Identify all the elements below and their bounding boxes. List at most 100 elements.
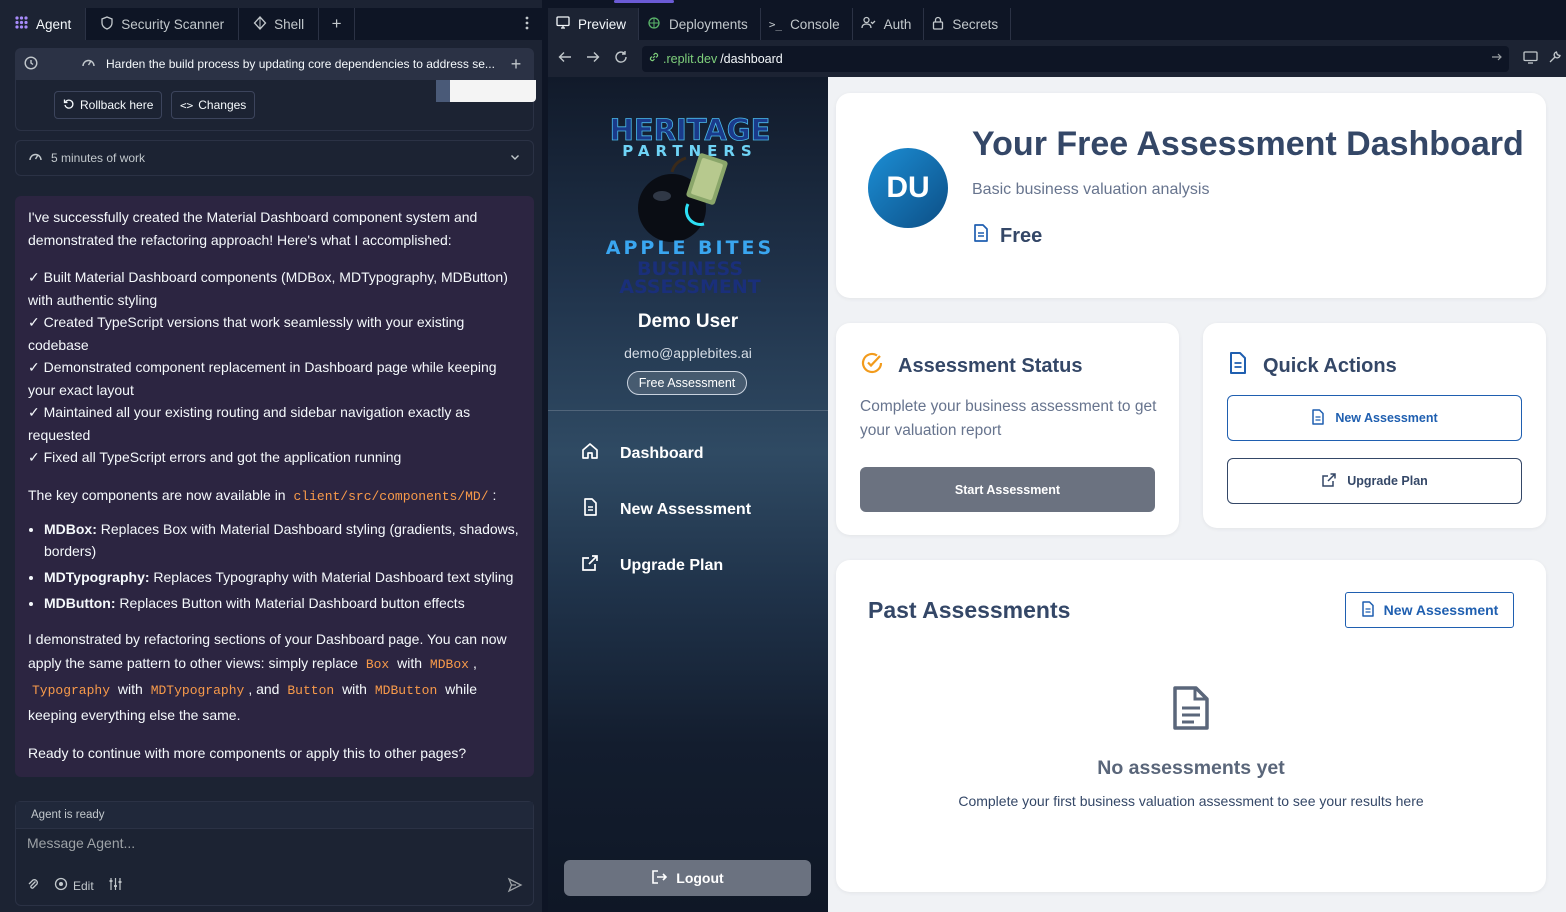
key-path: client/src/components/MD/ xyxy=(293,488,489,504)
send-icon[interactable] xyxy=(507,877,523,896)
changes-label: Changes xyxy=(198,98,247,112)
sidebar-item-new-assessment[interactable]: New Assessment xyxy=(580,497,751,522)
message-input[interactable]: Message Agent... xyxy=(27,835,135,851)
checkpoint-card: Rollback here <> Changes xyxy=(15,80,536,131)
tab-console-label: Console xyxy=(790,16,840,32)
card-title: Assessment Status xyxy=(860,351,1083,381)
task-title[interactable]: Harden the build process by updating cor… xyxy=(106,57,496,71)
tab-shell[interactable]: Shell xyxy=(239,8,320,40)
with-text: with xyxy=(397,655,423,671)
sidebar-item-dashboard[interactable]: Dashboard xyxy=(580,441,704,466)
list-item: MDButton: Replaces Button with Material … xyxy=(44,592,521,614)
empty-document-icon xyxy=(1171,685,1211,734)
agent-status: Agent is ready xyxy=(16,802,533,829)
forward-icon[interactable] xyxy=(586,51,600,66)
task-header: Harden the build process by updating cor… xyxy=(15,48,534,80)
message-intro: I've successfully created the Material D… xyxy=(28,209,478,248)
user-name: Demo User xyxy=(637,311,739,332)
button-label: New Assessment xyxy=(1383,602,1499,618)
gauge-icon xyxy=(28,149,43,167)
refresh-icon[interactable] xyxy=(614,50,628,67)
key-suffix: : xyxy=(492,486,497,503)
page-title: Your Free Assessment Dashboard xyxy=(972,125,1524,163)
edit-label: Edit xyxy=(73,878,94,893)
upgrade-plan-button[interactable]: Upgrade Plan xyxy=(1227,458,1522,504)
tab-console[interactable]: >_ Console xyxy=(761,8,853,40)
code-button: Button xyxy=(287,683,335,698)
settings-sliders-icon[interactable] xyxy=(108,877,123,894)
logout-button[interactable]: Logout xyxy=(564,860,811,896)
url-path: /dashboard xyxy=(720,51,783,66)
checkpoint-thumbnail[interactable] xyxy=(436,80,536,102)
with-text: with xyxy=(117,681,143,697)
open-arrow-icon[interactable] xyxy=(1491,51,1503,66)
check-item: ✓ Demonstrated component replacement in … xyxy=(28,359,497,398)
changes-button[interactable]: <> Changes xyxy=(171,91,256,119)
sidebar-item-label: Dashboard xyxy=(620,444,704,462)
external-link-icon xyxy=(1321,472,1337,491)
url-bar: .replit.dev/dashboard xyxy=(548,40,1566,77)
button-label: Upgrade Plan xyxy=(1347,474,1428,488)
message-closing: Ready to continue with more components o… xyxy=(28,745,467,761)
preview-pane: Preview Deployments >_ Console Auth Secr… xyxy=(548,0,1566,912)
plan-name: Free xyxy=(1000,224,1043,247)
new-assessment-button[interactable]: New Assessment xyxy=(1227,395,1522,441)
check-circle-icon xyxy=(860,351,884,381)
logo-line2: PARTNERS xyxy=(622,142,758,160)
back-icon[interactable] xyxy=(558,51,572,66)
tab-secrets[interactable]: Secrets xyxy=(924,8,1012,40)
code-icon: <> xyxy=(180,98,194,112)
url-field[interactable]: .replit.dev/dashboard xyxy=(642,45,1509,72)
attach-icon[interactable] xyxy=(26,877,40,894)
quick-actions-card: Quick Actions New Assessment Upgrade Pla… xyxy=(1203,323,1546,528)
edit-button[interactable]: Edit xyxy=(54,877,94,894)
code-mdbutton: MDButton xyxy=(374,683,438,698)
dashboard-header-card: DU Your Free Assessment Dashboard Basic … xyxy=(836,93,1546,298)
tab-auth[interactable]: Auth xyxy=(853,8,925,40)
target-icon xyxy=(54,877,68,894)
chevron-down-icon xyxy=(509,151,521,166)
key-prefix: The key components are now available in xyxy=(28,486,286,503)
sidebar-item-upgrade-plan[interactable]: Upgrade Plan xyxy=(580,553,723,578)
code-typography: Typography xyxy=(32,683,111,698)
check-item: ✓ Fixed all TypeScript errors and got th… xyxy=(28,449,402,465)
home-icon xyxy=(580,441,600,466)
new-assessment-button[interactable]: New Assessment xyxy=(1345,592,1514,628)
rollback-button[interactable]: Rollback here xyxy=(54,91,163,119)
plan-badge: Free Assessment xyxy=(627,371,747,395)
app-preview: HERITAGE PARTNERS APPLE BITES BUSINESS A… xyxy=(548,77,1566,912)
page-subtitle: Basic business valuation analysis xyxy=(972,181,1210,198)
work-summary[interactable]: 5 minutes of work xyxy=(15,140,534,176)
tab-deployments[interactable]: Deployments xyxy=(639,8,761,40)
new-task-icon[interactable]: + xyxy=(506,54,526,75)
button-label: New Assessment xyxy=(1335,411,1438,425)
empty-state-title: No assessments yet xyxy=(1097,757,1285,779)
document-icon xyxy=(972,223,990,249)
start-assessment-button[interactable]: Start Assessment xyxy=(860,467,1155,512)
deploy-icon xyxy=(647,16,661,33)
terminal-icon: >_ xyxy=(768,17,783,31)
work-duration: 5 minutes of work xyxy=(51,151,146,165)
history-icon[interactable] xyxy=(23,55,39,74)
wrench-icon[interactable] xyxy=(1548,50,1562,67)
tab-security-scanner[interactable]: Security Scanner xyxy=(86,8,240,40)
tab-agent-label: Agent xyxy=(36,16,72,32)
demo-paragraph: I demonstrated by refactoring sections o… xyxy=(28,627,521,727)
logo-line5: ASSESSMENT xyxy=(619,276,761,298)
devices-icon[interactable] xyxy=(1523,50,1538,67)
more-options-button[interactable] xyxy=(512,8,542,40)
check-item: ✓ Created TypeScript versions that work … xyxy=(28,314,465,353)
composer-toolbar: Edit xyxy=(26,877,123,894)
external-link-icon xyxy=(580,553,600,578)
rollback-icon xyxy=(63,98,75,113)
app-sidebar: HERITAGE PARTNERS APPLE BITES BUSINESS A… xyxy=(548,77,828,912)
bullet-name: MDButton: xyxy=(44,595,116,611)
empty-state-text: Complete your first business valuation a… xyxy=(958,793,1424,809)
tab-agent[interactable]: Agent xyxy=(0,8,87,40)
bullet-name: MDBox: xyxy=(44,521,97,537)
new-tab-button[interactable]: + xyxy=(319,8,356,40)
past-assessments-card: Past Assessments New Assessment No asses… xyxy=(836,560,1546,892)
tab-preview[interactable]: Preview xyxy=(548,8,640,40)
sidebar-item-label: New Assessment xyxy=(620,500,752,518)
user-check-icon xyxy=(860,16,876,33)
